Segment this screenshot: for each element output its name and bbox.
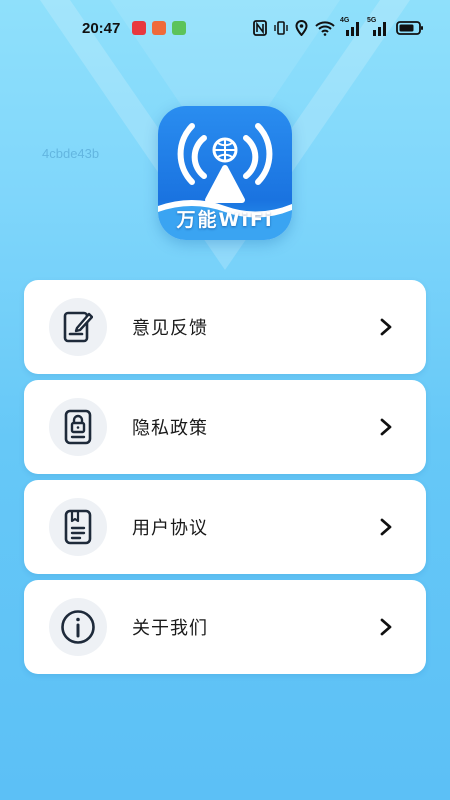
settings-menu: 意见反馈 隐私政策 用户协议 关于我们 [24,280,426,674]
privacy-icon-container [49,398,107,456]
news-app-icon [132,21,147,35]
status-bar: 20:47 4G 5G [0,0,450,56]
wifi-icon [315,20,335,36]
menu-item-label: 用户协议 [132,518,208,539]
nfc-icon [253,20,267,36]
network-5g-label: 5G [367,17,377,24]
privacy-lock-icon [64,409,92,445]
app-name-label: 万能WiFi [176,209,274,231]
menu-item-feedback[interactable]: 意见反馈 [24,280,426,374]
vibrate-icon [274,20,288,36]
network-4g-label: 4G [340,17,350,24]
user-agreement-document-icon [64,509,92,545]
status-time: 20:47 [82,19,121,37]
status-right: 4G 5G [253,17,424,36]
feedback-edit-icon [63,311,93,343]
chevron-right-icon [380,318,392,336]
cellular-4g-icon: 4G [340,17,362,36]
menu-item-label: 隐私政策 [132,418,208,439]
feedback-icon-container [49,298,107,356]
location-icon [295,20,308,36]
status-left: 20:47 [82,19,187,37]
app-logo: 万能WiFi [158,106,292,240]
menu-item-privacy-policy[interactable]: 隐私政策 [24,380,426,474]
menu-item-about-us[interactable]: 关于我们 [24,580,426,674]
chevron-right-icon [380,418,392,436]
about-icon-container [49,598,107,656]
cellular-5g-icon: 5G [367,17,389,36]
menu-item-label: 关于我们 [132,618,208,639]
menu-item-label: 意见反馈 [132,318,208,339]
watermark-text: 4cbde43b [42,146,100,161]
book-app-icon [152,21,167,35]
battery-icon [396,20,424,36]
chevron-right-icon [380,518,392,536]
info-icon [61,610,95,644]
agreement-icon-container [49,498,107,556]
chevron-right-icon [380,618,392,636]
menu-item-user-agreement[interactable]: 用户协议 [24,480,426,574]
green-app-icon [172,21,187,35]
